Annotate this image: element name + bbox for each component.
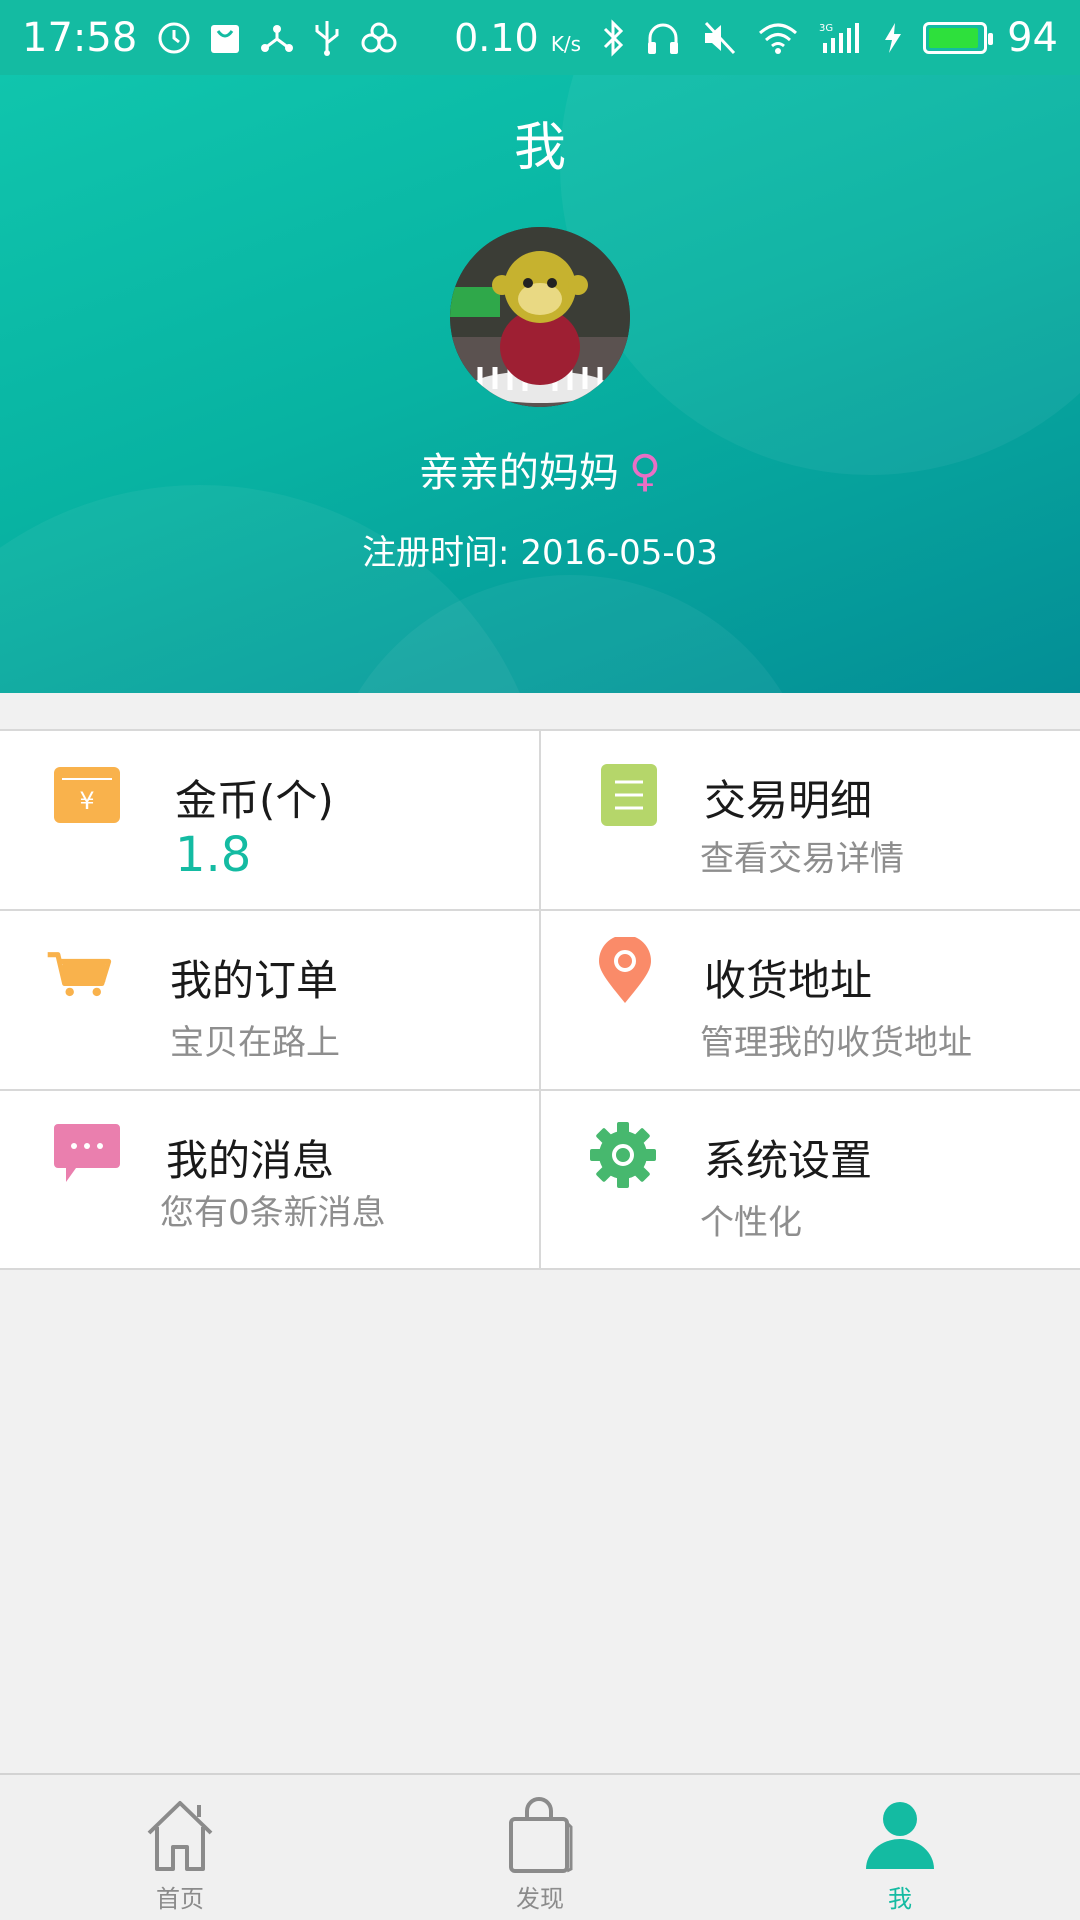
username-row: 亲亲的妈妈 ♀: [0, 440, 1080, 498]
person-icon: [866, 1802, 934, 1869]
coins-value: 1.8: [175, 827, 252, 883]
share-icon: [261, 24, 294, 52]
home-icon: [147, 1801, 213, 1871]
settings-subtitle: 个性化: [700, 1203, 802, 1243]
avatar-photo: [450, 227, 630, 407]
wifi-icon: [759, 23, 798, 54]
notification-icons: [157, 19, 399, 57]
status-time: 17:58: [22, 14, 138, 61]
messages-subtitle: 您有0条新消息: [160, 1193, 386, 1233]
profile-header: 我 亲亲的妈妈 ♀ 注册时间: 2016-05-03: [0, 75, 1080, 693]
battery-level: 94: [1007, 14, 1058, 61]
mute-icon: [704, 21, 736, 54]
messages-cell[interactable]: 我的消息 您有0条新消息: [0, 1091, 540, 1271]
signal-3g-icon: 3G: [819, 22, 860, 53]
bottom-navigation: 首页 发现 我: [0, 1773, 1080, 1920]
avatar[interactable]: [450, 227, 630, 407]
nav-discover-label: 发现: [516, 1885, 564, 1913]
shopping-bag-icon: [509, 1797, 573, 1873]
orders-label: 我的订单: [170, 956, 339, 1005]
svg-text:3G: 3G: [819, 23, 833, 34]
battery-icon: [923, 21, 994, 54]
settings-label: 系统设置: [704, 1136, 873, 1185]
bluetooth-icon: [604, 18, 624, 57]
shopping-cart-icon: [46, 942, 112, 1008]
registration-label: 注册时间:: [362, 533, 510, 573]
feature-grid: ¥ 金币(个) 1.8 交易明细 查看交易详情 我的订单 宝贝在路上 收货地址 …: [0, 729, 1080, 1270]
transactions-subtitle: 查看交易详情: [700, 839, 904, 879]
orders-subtitle: 宝贝在路上: [170, 1023, 340, 1063]
app-notification-icon: [361, 22, 397, 52]
svg-text:¥: ¥: [79, 787, 94, 815]
address-label: 收货地址: [704, 956, 873, 1005]
clock-icon: [158, 22, 190, 53]
address-subtitle: 管理我的收货地址: [700, 1023, 972, 1063]
page-title: 我: [513, 118, 566, 178]
status-bar: 17:58 0.10 K/s 3G 94: [0, 0, 1080, 75]
coin-wallet-icon: ¥: [54, 762, 120, 828]
network-speed: 0.10 K/s: [454, 15, 582, 60]
transactions-cell[interactable]: 交易明细 查看交易详情: [540, 731, 1080, 911]
settings-cell[interactable]: 系统设置 个性化: [540, 1091, 1080, 1271]
headphones-icon: [648, 23, 679, 54]
location-pin-icon: [592, 937, 658, 1004]
nav-home[interactable]: 首页: [0, 1775, 360, 1920]
coins-label: 金币(个): [175, 776, 334, 825]
registration-date: 2016-05-03: [520, 533, 718, 573]
address-cell[interactable]: 收货地址 管理我的收货地址: [540, 911, 1080, 1091]
charging-icon: [885, 22, 902, 53]
document-list-icon: [596, 762, 662, 828]
nav-home-label: 首页: [156, 1885, 204, 1913]
transactions-label: 交易明细: [704, 776, 873, 825]
usb-icon: [315, 20, 339, 56]
nav-discover[interactable]: 发现: [360, 1775, 720, 1920]
shopping-bag-icon: [211, 24, 240, 53]
username: 亲亲的妈妈: [418, 450, 619, 496]
chat-bubble-icon: [54, 1122, 120, 1188]
female-gender-icon: ♀: [628, 446, 662, 497]
nav-me[interactable]: 我: [720, 1775, 1080, 1920]
registration-info: 注册时间: 2016-05-03: [0, 525, 1080, 574]
coins-cell[interactable]: ¥ 金币(个) 1.8: [0, 731, 540, 911]
orders-cell[interactable]: 我的订单 宝贝在路上: [0, 911, 540, 1091]
nav-me-label: 我: [888, 1885, 912, 1913]
gear-icon: [590, 1122, 656, 1188]
messages-label: 我的消息: [166, 1136, 335, 1185]
system-icons: 0.10 K/s 3G 94: [454, 15, 1058, 61]
